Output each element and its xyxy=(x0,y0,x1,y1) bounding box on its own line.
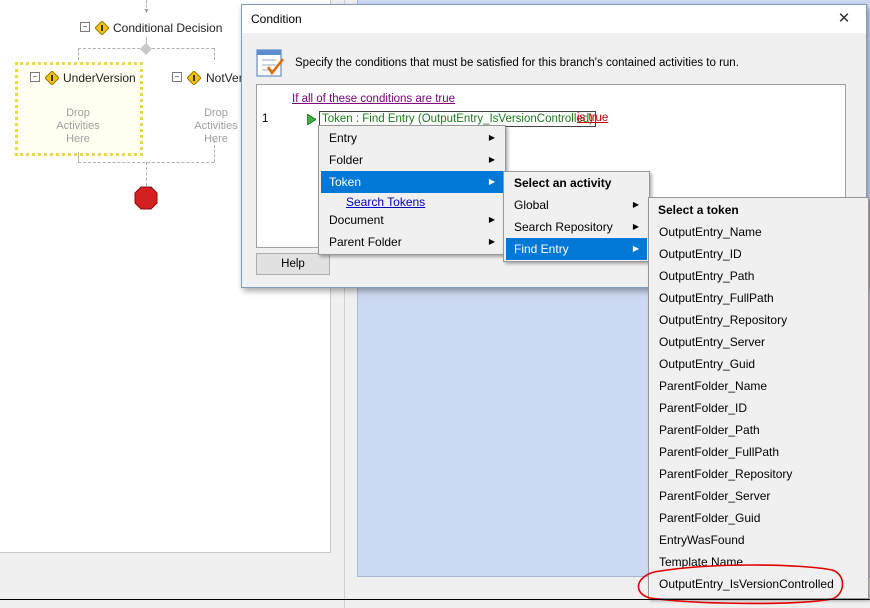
menu-item-label: Token xyxy=(329,175,362,189)
token-menu-item[interactable]: OutputEntry_Path xyxy=(651,265,866,287)
window-bottom-edge xyxy=(0,599,870,600)
token-menu-item[interactable]: OutputEntry_Name xyxy=(651,221,866,243)
submenu-arrow-icon: ▶ xyxy=(488,237,495,246)
dialog-title: Condition xyxy=(251,12,302,26)
drop-text: Activities xyxy=(56,120,100,132)
drop-text: Here xyxy=(66,133,90,145)
is-true-link[interactable]: is true xyxy=(577,112,608,124)
menu-item-folder[interactable]: Folder ▶ xyxy=(321,149,503,171)
menu-item-find-entry[interactable]: Find Entry ▶ xyxy=(506,238,647,260)
token-menu-item[interactable]: OutputEntry_Server xyxy=(651,331,866,353)
connector-arrow: ▼ xyxy=(143,8,150,15)
submenu-arrow-icon: ▶ xyxy=(488,177,495,186)
menu-item-label: Parent Folder xyxy=(329,235,402,249)
submenu-arrow-icon: ▶ xyxy=(632,244,639,253)
close-icon[interactable]: ✕ xyxy=(834,10,854,28)
menu-item-label: Global xyxy=(514,198,549,212)
submenu-arrow-icon: ▶ xyxy=(488,155,495,164)
line-number: 1 xyxy=(262,113,269,125)
drop-zone-right[interactable]: Drop Activities Here xyxy=(193,107,239,146)
token-menu-item[interactable]: ParentFolder_FullPath xyxy=(651,441,866,463)
token-menu: Select a token OutputEntry_Name OutputEnt… xyxy=(648,197,869,599)
connector-line xyxy=(78,152,80,162)
dialog-titlebar[interactable]: Condition ✕ xyxy=(242,5,866,33)
connector-line xyxy=(214,48,216,60)
token-menu-item[interactable]: OutputEntry_Guid xyxy=(651,353,866,375)
menu-item-parent-folder[interactable]: Parent Folder ▶ xyxy=(321,231,503,253)
activity-menu-header: Select an activity xyxy=(514,176,612,190)
submenu-arrow-icon: ▶ xyxy=(632,222,639,231)
submenu-arrow-icon: ▶ xyxy=(488,215,495,224)
connector-line xyxy=(78,48,80,60)
activity-menu: Select an activity Global ▶ Search Reposi… xyxy=(503,171,650,262)
token-menu-item[interactable]: ParentFolder_Path xyxy=(651,419,866,441)
menu-item-label: Document xyxy=(329,213,384,227)
dialog-instruction: Specify the conditions that must be sati… xyxy=(295,57,739,69)
token-menu-item[interactable]: OutputEntry_FullPath xyxy=(651,287,866,309)
line-gutter xyxy=(257,85,285,247)
token-menu-header: Select a token xyxy=(658,203,739,217)
token-menu-item[interactable]: ParentFolder_Server xyxy=(651,485,866,507)
token-category-menu: Entry ▶ Folder ▶ Token ▶ Search Tokens Docu… xyxy=(318,125,506,255)
menu-item-label: Find Entry xyxy=(514,242,569,256)
submenu-arrow-icon: ▶ xyxy=(632,200,639,209)
conditions-scope-link[interactable]: If all of these conditions are true xyxy=(292,93,455,105)
drop-text: Drop xyxy=(204,107,228,119)
token-menu-item[interactable]: ParentFolder_ID xyxy=(651,397,866,419)
connector-line xyxy=(214,140,216,162)
stop-icon[interactable] xyxy=(134,186,158,210)
conditional-decision-label[interactable]: Conditional Decision xyxy=(113,21,222,35)
token-menu-item[interactable]: ParentFolder_Guid xyxy=(651,507,866,529)
connector-line xyxy=(146,162,148,186)
menu-item-label: Entry xyxy=(329,131,358,145)
branch-right-label[interactable]: NotVer xyxy=(206,71,243,85)
collapse-branch-toggle[interactable]: − xyxy=(30,72,40,82)
play-arrow-icon xyxy=(307,114,316,125)
menu-item-label: Folder xyxy=(329,153,364,167)
menu-item-token[interactable]: Token ▶ xyxy=(321,171,503,193)
menu-item-entry[interactable]: Entry ▶ xyxy=(321,127,503,149)
branch-left-label[interactable]: UnderVersion xyxy=(63,71,136,85)
drop-text: Drop xyxy=(66,107,90,119)
collapse-branch-toggle[interactable]: − xyxy=(172,72,182,82)
condition-checklist-icon xyxy=(256,49,284,77)
help-button[interactable]: Help xyxy=(256,253,330,275)
menu-item-search-repository[interactable]: Search Repository ▶ xyxy=(506,216,647,238)
collapse-decision-toggle[interactable]: − xyxy=(80,22,90,32)
drop-text: Here xyxy=(204,133,228,145)
branch-diamond xyxy=(140,43,152,55)
branch-icon xyxy=(45,71,59,85)
token-menu-item[interactable]: OutputEntry_Repository xyxy=(651,309,866,331)
menu-item-document[interactable]: Document ▶ xyxy=(321,209,503,231)
drop-zone-left[interactable]: Drop Activities Here xyxy=(55,107,101,146)
token-menu-item[interactable]: EntryWasFound xyxy=(651,529,866,551)
menu-item-label: Search Repository xyxy=(514,220,613,234)
submenu-arrow-icon: ▶ xyxy=(488,133,495,142)
token-menu-item[interactable]: OutputEntry_ID xyxy=(651,243,866,265)
decision-icon xyxy=(95,21,109,35)
menu-item-global[interactable]: Global ▶ xyxy=(506,194,647,216)
token-menu-item[interactable]: ParentFolder_Repository xyxy=(651,463,866,485)
token-menu-item[interactable]: ParentFolder_Name xyxy=(651,375,866,397)
branch-icon xyxy=(187,71,201,85)
drop-text: Activities xyxy=(194,120,238,132)
